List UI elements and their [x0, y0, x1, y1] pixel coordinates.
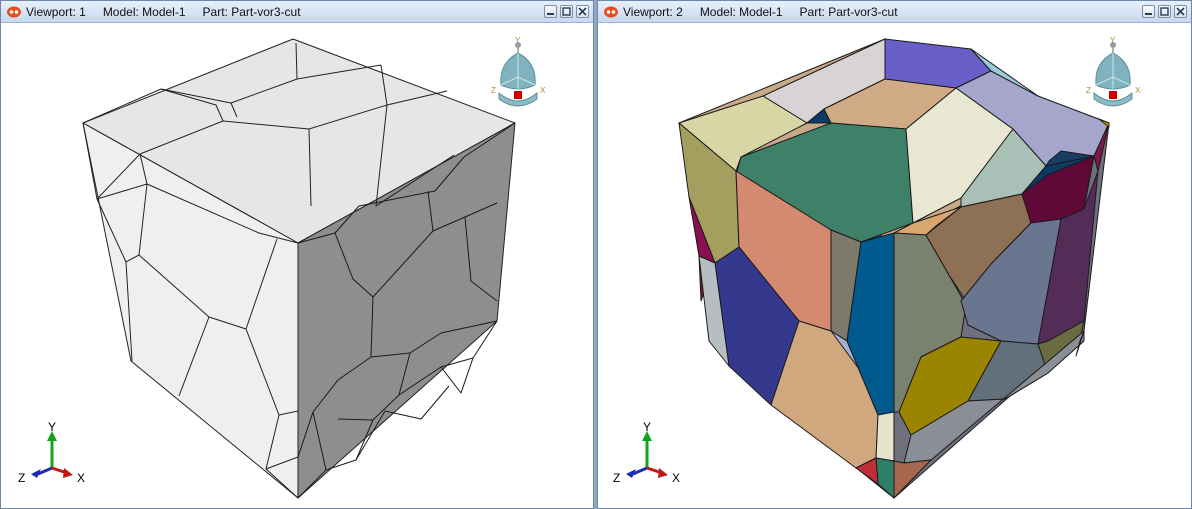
viewport-1-titlebar[interactable]: Viewport: 1 Model: Model-1 Part: Part-vo… — [1, 1, 593, 23]
minimize-icon — [547, 13, 554, 15]
manipulator-z-label: Z — [491, 86, 496, 95]
viewport-2-titlebar[interactable]: Viewport: 2 Model: Model-1 Part: Part-vo… — [598, 1, 1191, 23]
restore-button[interactable] — [560, 5, 573, 18]
viewport-1[interactable]: Viewport: 1 Model: Model-1 Part: Part-vo… — [0, 0, 594, 509]
model-canvas-1[interactable]: Y Z X Y Z X — [1, 23, 593, 508]
model-name: Model: Model-1 — [102, 4, 186, 19]
restore-button[interactable] — [1158, 5, 1171, 18]
manipulator-z-label: Z — [1086, 86, 1091, 95]
manipulator-x-label: X — [1135, 86, 1141, 95]
viewport-name: Viewport: 1 — [26, 4, 86, 19]
triad-y-label: Y — [48, 420, 56, 434]
part-name: Part: Part-vor3-cut — [202, 4, 301, 19]
close-icon — [578, 7, 587, 16]
triad-x-label: X — [672, 471, 680, 485]
minimize-icon — [1145, 13, 1152, 15]
close-button[interactable] — [576, 5, 589, 18]
minimize-button[interactable] — [1142, 5, 1155, 18]
manipulator-y-label: Y — [1110, 36, 1116, 45]
close-button[interactable] — [1174, 5, 1187, 18]
viewport-name: Viewport: 2 — [623, 4, 683, 19]
view-manipulator[interactable]: Y Z X — [1086, 36, 1141, 107]
view-manipulator[interactable]: Y Z X — [491, 36, 546, 107]
minimize-button[interactable] — [544, 5, 557, 18]
triad-z-label: Z — [613, 471, 620, 485]
triad-z-label: Z — [18, 471, 25, 485]
restore-icon — [1160, 7, 1169, 16]
axis-triad: Y Z X — [18, 420, 85, 485]
restore-icon — [562, 7, 571, 16]
voronoi-cube-colored — [678, 38, 1110, 499]
viewport-2[interactable]: Viewport: 2 Model: Model-1 Part: Part-vo… — [597, 0, 1192, 509]
part-name: Part: Part-vor3-cut — [799, 4, 898, 19]
viewport-icon — [7, 6, 21, 17]
manipulator-y-label: Y — [515, 36, 521, 45]
triad-x-label: X — [77, 471, 85, 485]
model-canvas-2[interactable]: Y Z X Y Z X — [598, 23, 1191, 508]
viewport-icon — [604, 6, 618, 17]
axis-triad: Y Z X — [613, 420, 680, 485]
manipulator-x-label: X — [540, 86, 546, 95]
voronoi-cube-grey — [82, 38, 516, 499]
triad-y-label: Y — [643, 420, 651, 434]
model-name: Model: Model-1 — [699, 4, 783, 19]
close-icon — [1176, 7, 1185, 16]
